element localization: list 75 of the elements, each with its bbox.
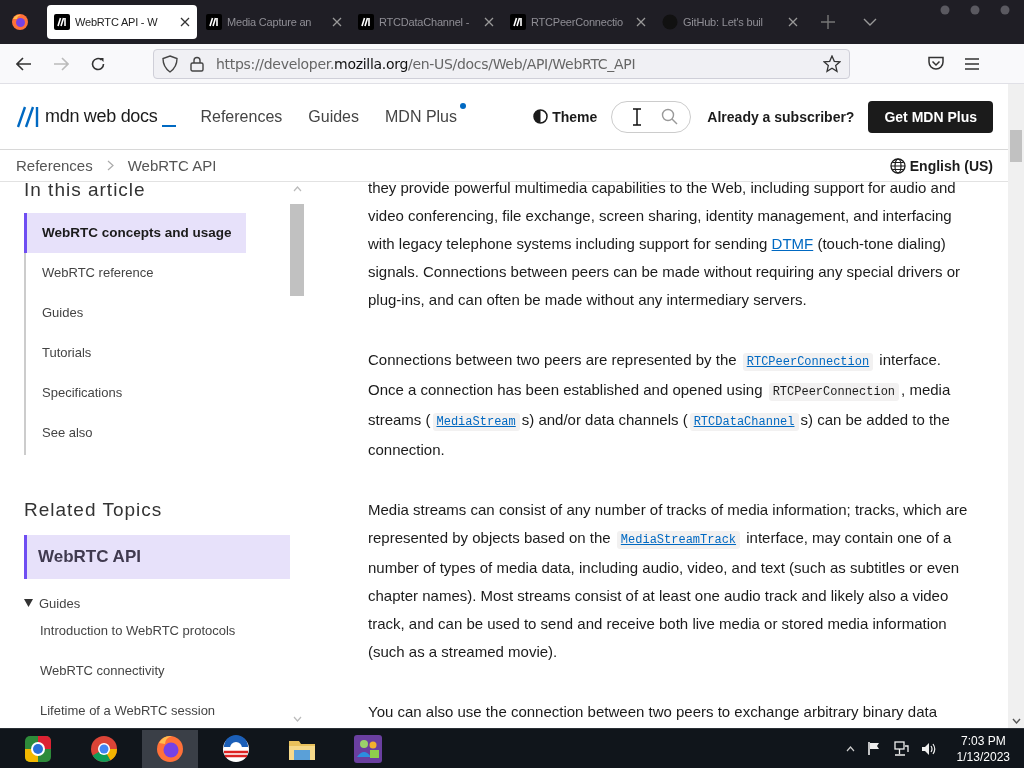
browser-logo-icon[interactable] (11, 13, 29, 31)
back-icon[interactable] (16, 56, 32, 71)
network-icon[interactable] (892, 740, 909, 757)
toc-link[interactable]: WebRTC reference (26, 253, 154, 293)
close-icon[interactable] (636, 17, 646, 27)
new-tab-icon[interactable] (821, 15, 835, 29)
tray-expand-icon[interactable] (845, 745, 855, 752)
clock-time[interactable]: 7:03 PM (960, 732, 1006, 749)
logo-text[interactable]: mdn web docs (45, 106, 158, 127)
section-heading: Related Topics (24, 499, 164, 521)
sidebar-link[interactable]: Lifetime of a WebRTC session (24, 691, 290, 728)
subscriber-link[interactable]: Already a subscriber? (707, 108, 855, 125)
sidebar-link[interactable]: Introduction to WebRTC protocols (24, 611, 290, 651)
sidebar-link[interactable]: WebRTC connectivity (24, 651, 290, 691)
tab-favicon-icon (206, 14, 222, 30)
reload-icon[interactable] (90, 55, 106, 72)
bookmark-star-icon[interactable] (823, 54, 841, 73)
toc-link[interactable]: Tutorials (26, 333, 92, 373)
window-control-icon[interactable] (940, 5, 950, 15)
toc-link[interactable]: Guides (26, 293, 84, 333)
messenger-app-icon (352, 732, 384, 765)
shield-icon[interactable] (162, 54, 178, 73)
browser-tab[interactable]: Media Capture an (199, 5, 349, 39)
toc-link[interactable]: WebRTC concepts and usage (24, 213, 246, 253)
toc-link[interactable]: Specifications (26, 373, 123, 413)
toc-link[interactable]: See also (26, 413, 93, 453)
close-icon[interactable] (332, 17, 342, 27)
lock-icon[interactable] (190, 55, 204, 72)
globe-icon (889, 157, 906, 174)
nav-link[interactable]: References (200, 107, 283, 126)
language-button[interactable]: English (US) (889, 157, 993, 174)
taskbar-app[interactable] (142, 729, 198, 768)
logo-icon[interactable] (16, 105, 40, 128)
browser-tab[interactable]: WebRTC API - W (47, 5, 197, 39)
current-page-link[interactable]: WebRTC API (24, 535, 290, 579)
nav-link[interactable]: Guides (308, 107, 359, 126)
get-mdn-plus-button[interactable]: Get MDN Plus (868, 100, 993, 133)
window-control-icon[interactable] (970, 5, 980, 15)
paragraph: Connections between two peers are represented by the RTCPeerConnection interface. Once a connection has been established and opened using RTCPeerConnection , media streams ( MediaStream s) and/or data channels ( RTCDataChannel s) can be added to the connection. (368, 350, 952, 460)
volume-icon[interactable] (920, 741, 937, 756)
pocket-icon[interactable] (928, 56, 944, 71)
link[interactable]: DTMF (771, 235, 814, 252)
tab-favicon-icon (358, 14, 374, 30)
logo-underline (162, 124, 177, 127)
chevron-down-icon[interactable] (863, 18, 877, 26)
chevron-right-icon (106, 160, 114, 171)
address-bar[interactable]: https://developer.mozilla.org/en-US/docs/Web/API/WebRTC_API (153, 48, 850, 79)
menu-icon[interactable] (964, 57, 980, 70)
paragraph: Media streams can consist of any number of tracks of media information; tracks, which are represented by objects based on the MediaStreamTrack interface, may contain one of a number of types of media data, including audio, video, and text (such as subtitles or even chapter names). Most streams consist of at least one audio track and likely also a video track, and can be used to send and receive both live media or stored media information (such as a streamed movie). (368, 500, 969, 662)
breadcrumb-link[interactable]: WebRTC API (127, 157, 217, 174)
theme-icon (533, 109, 549, 124)
text-cursor-icon (632, 107, 643, 126)
clock-date[interactable]: 1/13/2023 (956, 748, 1010, 765)
paragraph: You can also use the connection between two peers to exchange arbitrary binary data (368, 702, 938, 722)
browser-tab[interactable]: RTCDataChannel - (351, 5, 501, 39)
tree-toggle[interactable]: Guides (24, 595, 290, 611)
nav-link[interactable]: MDN Plus (385, 107, 457, 126)
paragraph: they provide powerful multimedia capabilities to the Web, including support for audio and video conferencing, file exchange, screen sharing, identity management, and interfacing with legacy telephone systems including support for sending DTMF (touch-tone dialing) signals. Connections between peers can be made without requiring any special drivers or plug-ins, and can often be made without any intermediary servers. (368, 182, 961, 310)
section-heading: In this article (24, 182, 147, 202)
close-icon[interactable] (180, 17, 190, 27)
flag-icon[interactable] (866, 741, 881, 756)
scrollbar-thumb[interactable] (290, 204, 305, 296)
scrollbar-thumb[interactable] (1010, 130, 1022, 162)
theme-button[interactable]: Theme (533, 108, 598, 125)
tab-favicon-icon (510, 14, 526, 30)
window-control-icon[interactable] (1000, 5, 1010, 15)
close-icon[interactable] (788, 17, 798, 27)
browser-tab[interactable]: RTCPeerConnectio (503, 5, 653, 39)
scroll-down-icon[interactable] (1011, 718, 1021, 724)
close-icon[interactable] (484, 17, 494, 27)
campaign-app-icon (220, 732, 252, 765)
browser-tab[interactable]: GitHub: Let's buil (655, 5, 805, 39)
tab-favicon-icon (54, 14, 70, 30)
search-icon[interactable] (661, 108, 679, 125)
breadcrumb-link[interactable]: References (16, 157, 93, 174)
